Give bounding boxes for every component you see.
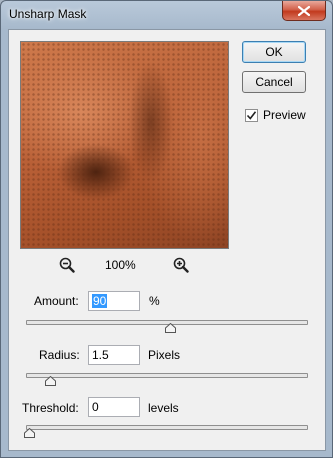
zoom-level: 100%: [105, 258, 136, 272]
threshold-field[interactable]: 0: [88, 397, 140, 417]
radius-slider[interactable]: [26, 373, 308, 378]
dialog-body: 100% OK Cancel Preview Amount: 90 % Radi…: [8, 29, 326, 451]
amount-field[interactable]: 90: [88, 291, 140, 311]
preview-label: Preview: [263, 108, 306, 122]
unsharp-mask-dialog: Unsharp Mask 100% OK Cancel Preview Amou…: [0, 0, 333, 458]
radius-field[interactable]: 1.5: [88, 345, 140, 365]
ok-button[interactable]: OK: [242, 41, 306, 63]
threshold-slider[interactable]: [26, 425, 308, 430]
radius-value: 1.5: [92, 348, 109, 362]
radius-unit: Pixels: [148, 348, 181, 362]
amount-value: 90: [92, 294, 108, 308]
preview-image[interactable]: [20, 41, 229, 249]
close-icon: [298, 5, 310, 16]
preview-checkbox[interactable]: [245, 108, 258, 122]
radius-slider-thumb[interactable]: [44, 376, 56, 386]
dialog-title: Unsharp Mask: [9, 7, 87, 21]
amount-label: Amount:: [34, 294, 79, 308]
radius-label: Radius:: [39, 348, 80, 362]
close-button[interactable]: [282, 1, 326, 21]
threshold-unit: levels: [148, 401, 179, 415]
amount-slider-thumb[interactable]: [164, 323, 176, 333]
cancel-button[interactable]: Cancel: [242, 71, 306, 93]
threshold-value: 0: [92, 400, 99, 414]
amount-unit: %: [149, 294, 160, 308]
threshold-label: Threshold:: [22, 401, 79, 415]
checkmark-icon: [246, 110, 257, 120]
zoom-in-icon[interactable]: [173, 257, 189, 276]
threshold-slider-thumb[interactable]: [23, 428, 35, 438]
zoom-controls: 100%: [59, 257, 189, 273]
zoom-out-icon[interactable]: [59, 257, 75, 276]
preview-toggle[interactable]: Preview: [245, 108, 306, 122]
